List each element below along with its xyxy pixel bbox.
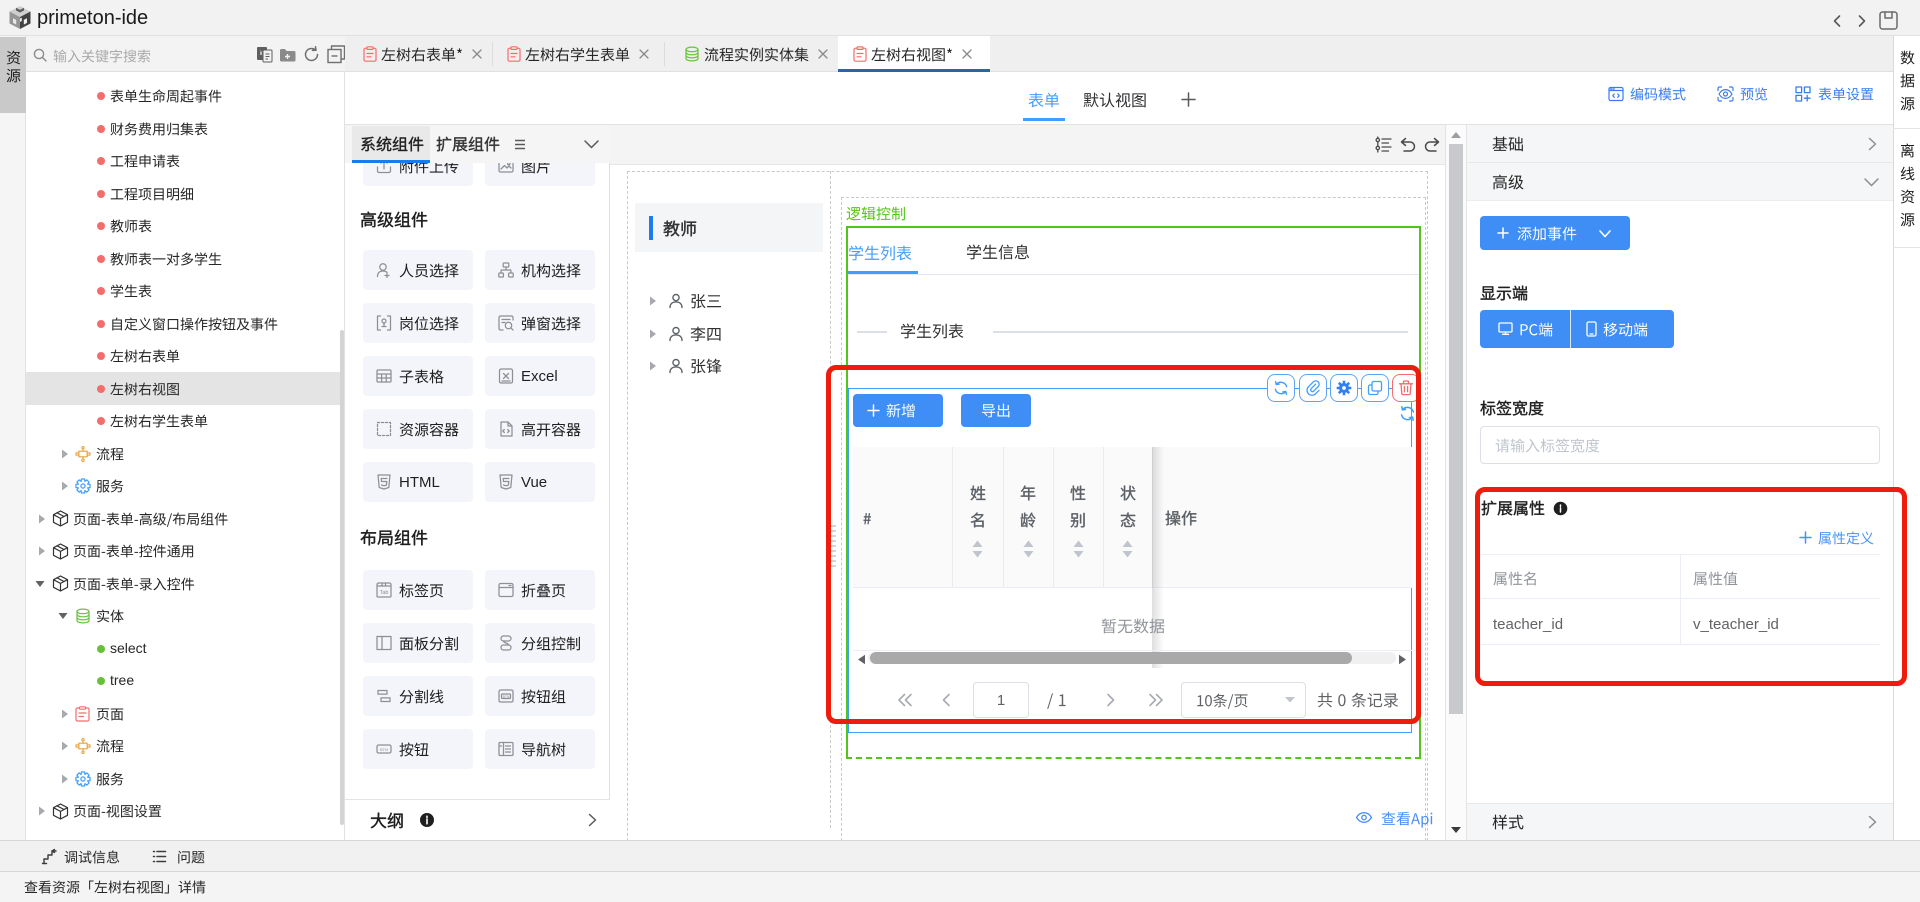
- svg-text:Tab: Tab: [380, 590, 389, 596]
- svg-text:BTN: BTN: [380, 747, 388, 752]
- svg-text:BTN: BTN: [503, 695, 510, 699]
